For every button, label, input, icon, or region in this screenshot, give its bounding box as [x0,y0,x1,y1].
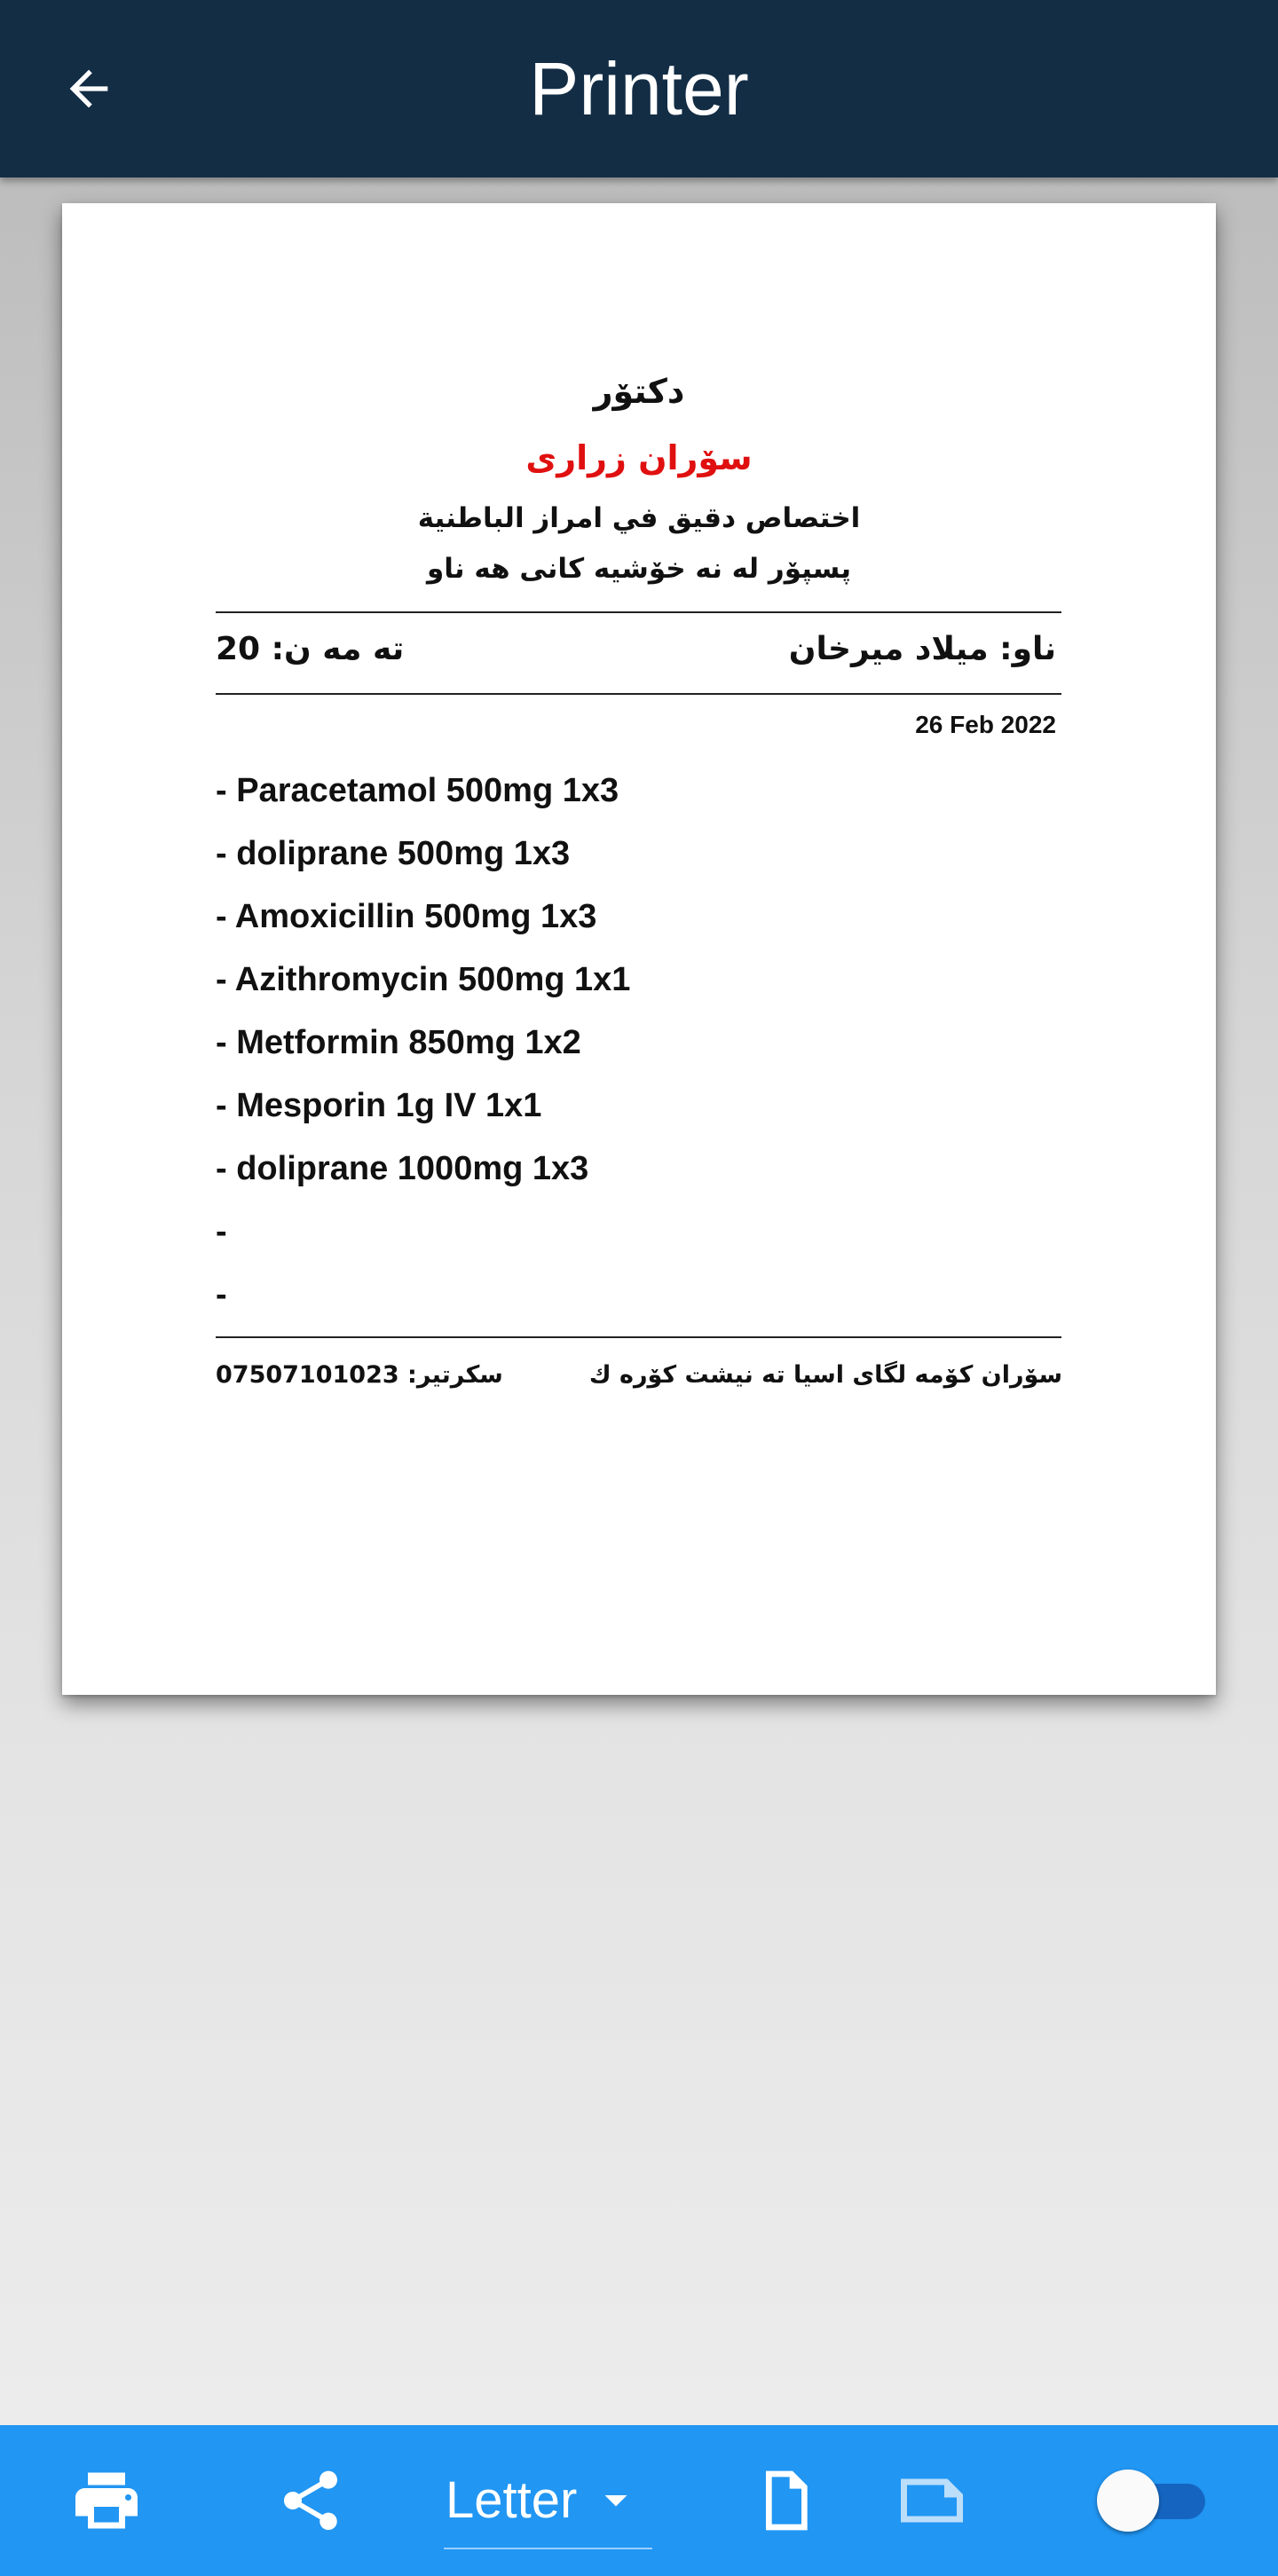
divider [216,611,1061,613]
landscape-orientation-button[interactable] [888,2425,976,2576]
medication-item: - Azithromycin 500mg 1x1 [216,961,631,998]
patient-name: ناو: میلاد میرخان [788,631,1056,667]
print-button[interactable] [62,2425,151,2576]
toggle-knob [1097,2470,1159,2532]
share-button[interactable] [266,2425,355,2576]
paper-size-dropdown[interactable]: Letter [444,2452,652,2549]
secretary-phone: سكرتير: 07507101023 [216,1361,503,1389]
patient-age: ته مه ن: 20 [216,631,405,667]
specialty-kurdish: پسپۆر له نه خۆشیه كانی هه ناو [427,553,851,585]
medication-item: - [216,1213,227,1250]
medication-list: - Paracetamol 500mg 1x3 - doliprane 500m… [216,760,1014,1327]
app-bar: Printer [0,0,1278,177]
options-toggle[interactable] [1097,2470,1209,2532]
specialty-arabic: اختصاص دقيق في امراز الباطنية [417,502,861,534]
medication-item: - doliprane 1000mg 1x3 [216,1150,589,1187]
portrait-orientation-icon [766,2470,808,2531]
medication-item: - Metformin 850mg 1x2 [216,1024,581,1061]
divider [216,1336,1061,1338]
doctor-label: دکتۆر [593,372,685,411]
medication-item: - doliprane 500mg 1x3 [216,835,571,872]
page-title: Printer [529,47,749,130]
doctor-name: سۆران زراری [525,438,753,477]
medication-item: - [216,1276,227,1313]
medication-item: - Amoxicillin 500mg 1x3 [216,898,597,935]
print-icon [75,2472,138,2529]
medication-item: - Mesporin 1g IV 1x1 [216,1087,542,1124]
share-icon [284,2470,337,2531]
paper-size-label: Letter [446,2470,578,2529]
print-preview-page: دکتۆر سۆران زراری اختصاص دقيق في امراز ا… [62,203,1216,1695]
clinic-address: سۆران كۆمه لگای اسیا ته نیشت كۆره ك [588,1361,1062,1389]
chevron-down-icon [604,2495,627,2507]
bottom-toolbar: Letter [0,2425,1278,2576]
medication-item: - Paracetamol 500mg 1x3 [216,772,619,809]
divider [216,693,1061,695]
portrait-orientation-button[interactable] [739,2425,828,2576]
landscape-orientation-icon [901,2478,963,2523]
prescription-date: 26 Feb 2022 [915,711,1056,738]
